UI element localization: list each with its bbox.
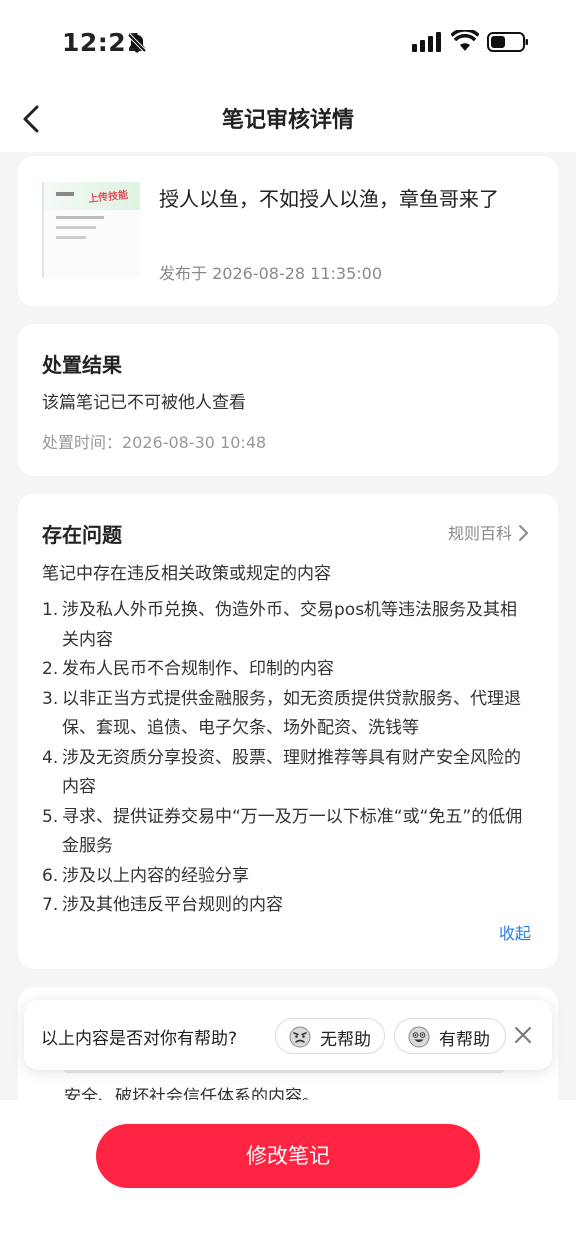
bottom-bar: 修改笔记 [0,1100,576,1250]
feedback-popup: 以上内容是否对你有帮助? 无帮助 有帮助 [24,1000,552,1070]
issue-item: 6. 涉及以上内容的经验分享 [42,865,249,886]
not-helpful-label: 无帮助 [320,1030,371,1050]
chevron-right-icon[interactable] [518,524,530,546]
issues-heading: 存在问题 [42,523,122,547]
note-thumbnail[interactable]: 上传技能 [42,182,140,278]
issues-list: 1. 涉及私人外币兑换、伪造外币、交易pos机等违法服务及其相关内容 2. 发布人民… [42,596,528,921]
issue-item: 4. 涉及无资质分享投资、股票、理财推荐等具有财产安全风险的内容 [42,747,521,798]
feedback-question: 以上内容是否对你有帮助? [41,1029,238,1049]
collapse-button[interactable]: 收起 [499,920,531,944]
issue-item: 2. 发布人民币不合规制作、印制的内容 [42,659,334,679]
smile-face-icon [408,1026,430,1052]
result-time: 处置时间：2026-08-30 10:48 [42,433,267,452]
note-publish-date: 发布于 2026-08-28 11:35:00 [159,264,383,283]
helpful-label: 有帮助 [439,1030,490,1050]
not-helpful-button[interactable]: 无帮助 [275,1018,385,1054]
issues-card: 存在问题 规则百科 笔记中存在违反相关政策或规定的内容 1. 涉及私人外币兑换、伪… [18,494,558,969]
status-bar: 12:21 [0,0,576,86]
edit-note-button[interactable]: 修改笔记 [96,1124,480,1188]
result-heading: 处置结果 [42,353,122,377]
issue-item: 5. 寻求、提供证券交易中“万一及万一以下标准“或“免五”的低佣金服务 [42,806,523,857]
result-card: 处置结果 该篇笔记已不可被他人查看 处置时间：2026-08-30 10:48 [18,324,558,476]
note-title: 授人以鱼，不如授人以渔，章鱼哥来了 [159,187,499,211]
page-title: 笔记审核详情 [221,108,354,133]
nav-bar: 笔记审核详情 [0,86,576,152]
issues-summary: 笔记中存在违反相关政策或规定的内容 [42,564,331,584]
issue-item: 1. 涉及私人外币兑换、伪造外币、交易pos机等违法服务及其相关内容 [42,600,518,650]
sad-face-icon [289,1026,311,1052]
helpful-button[interactable]: 有帮助 [394,1018,506,1054]
rules-wiki-link[interactable]: 规则百科 [448,520,512,544]
wifi-icon [450,28,480,56]
issue-item: 7. 涉及其他违反平台规则的内容 [42,895,283,915]
signal-icon [412,32,442,56]
close-icon[interactable] [514,1026,532,1048]
note-card[interactable]: 上传技能 授人以鱼，不如授人以渔，章鱼哥来了 发布于 2026-08-28 11… [18,156,558,306]
result-text: 该篇笔记已不可被他人查看 [42,393,246,413]
battery-icon [487,31,529,57]
issue-item: 3. 以非正当方式提供金融服务，如无资质提供贷款服务、代理退保、套现、追债、电子欠… [42,688,521,739]
bell-muted-icon [126,32,148,58]
